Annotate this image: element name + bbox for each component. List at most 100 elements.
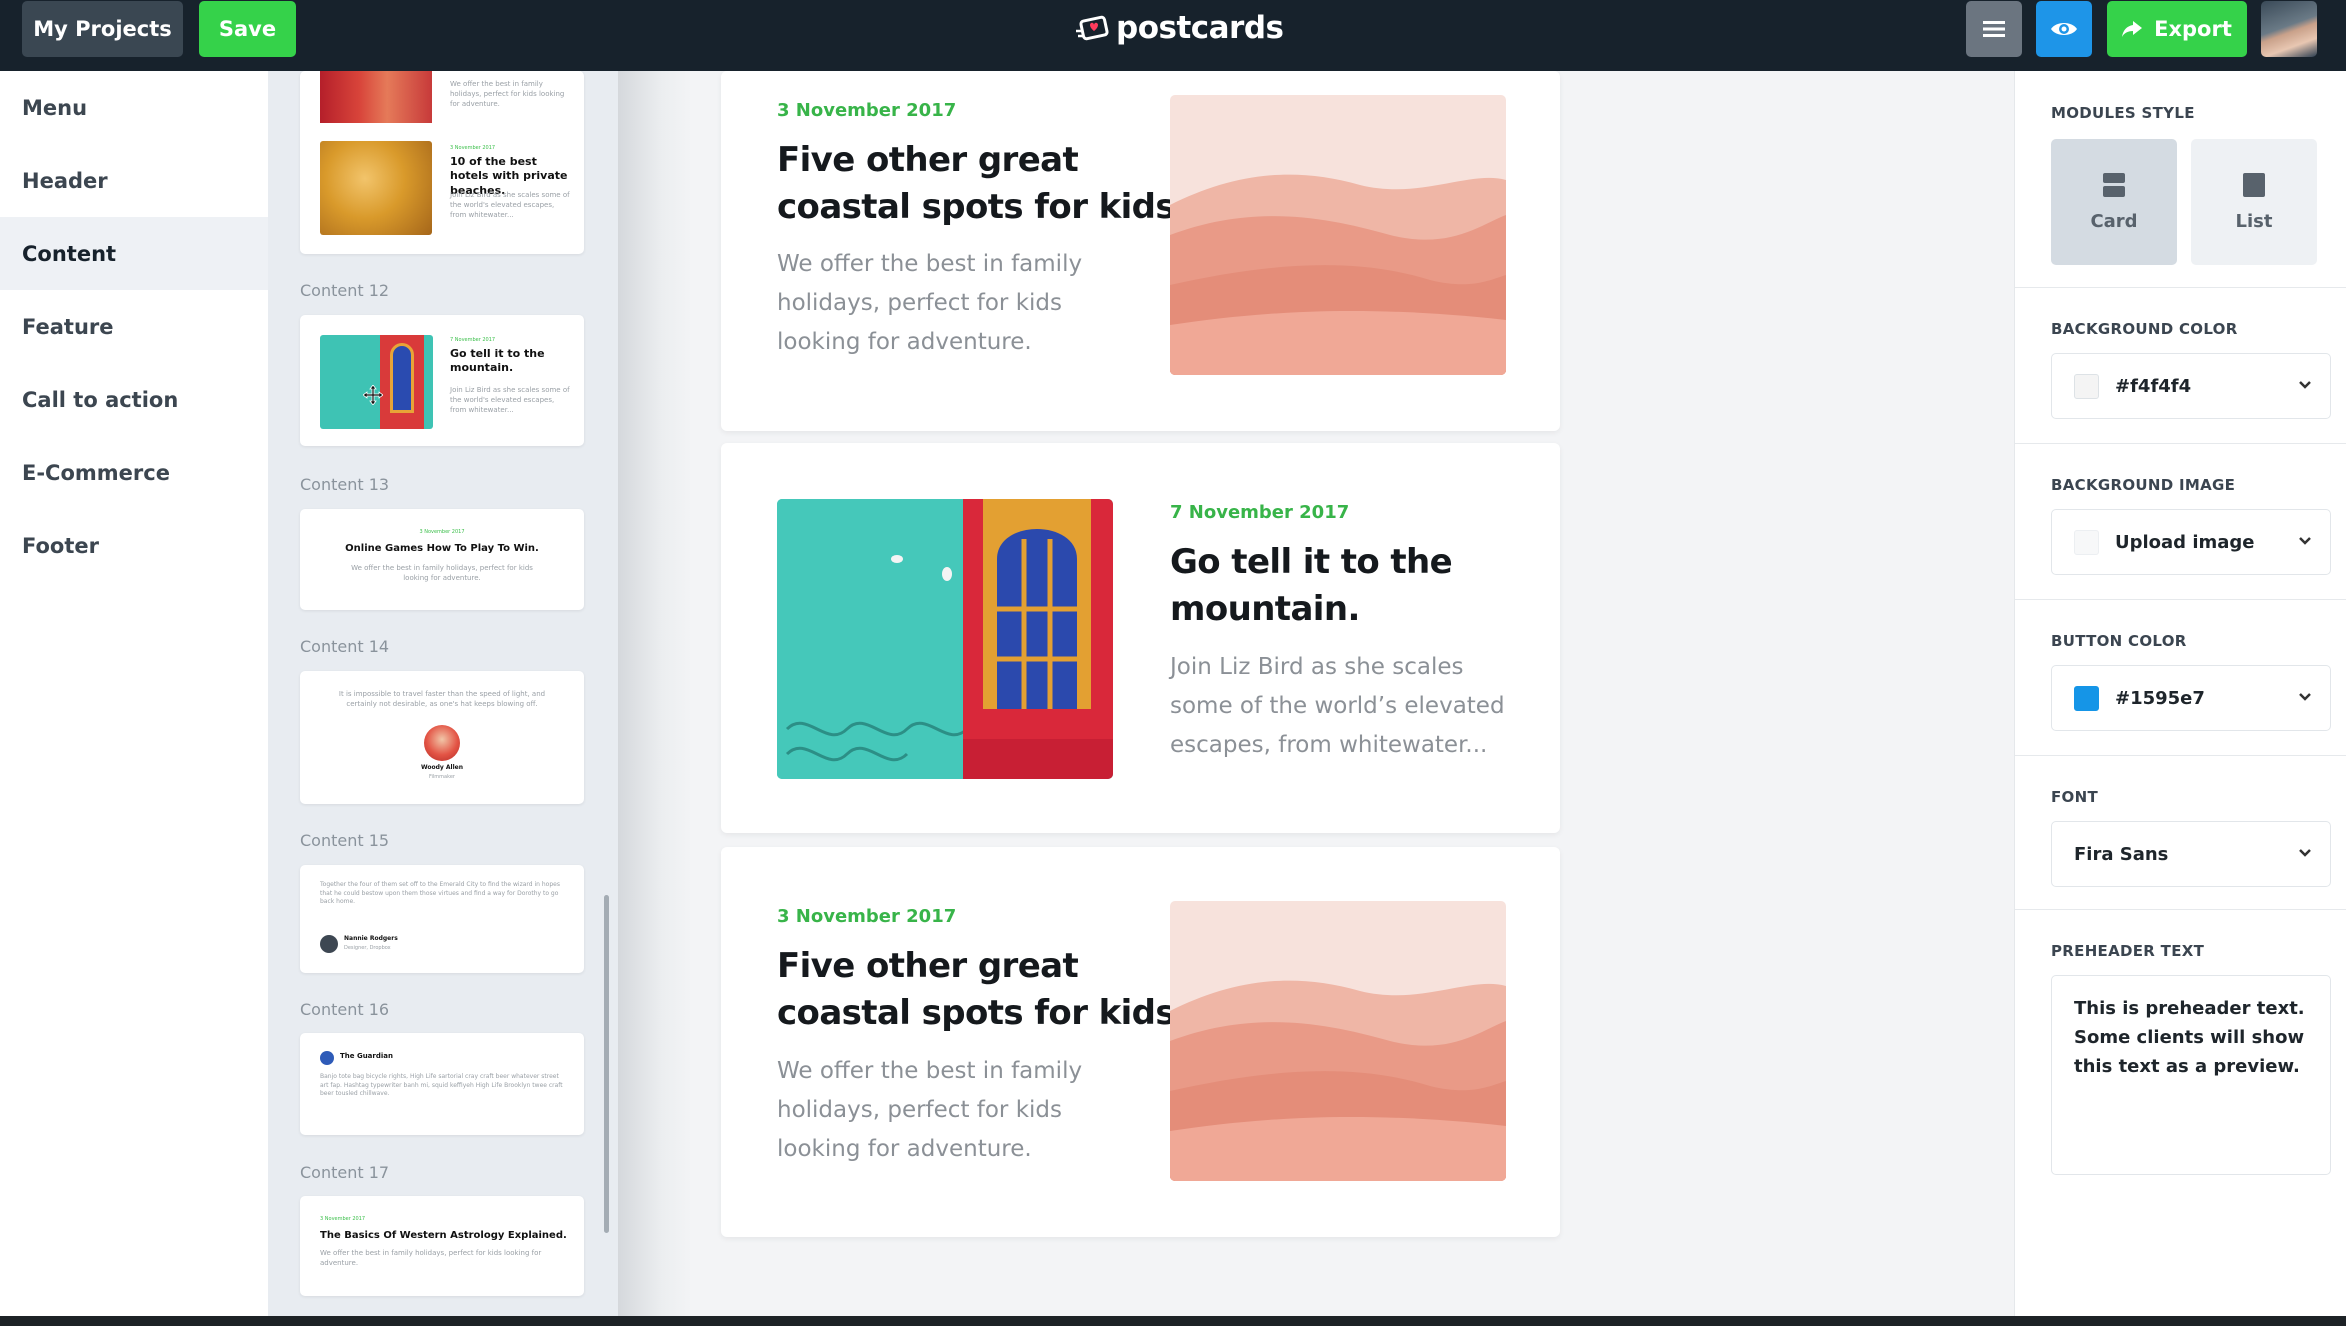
module-thumbnail-list: We offer the best in family holidays, pe… bbox=[268, 71, 618, 1321]
postcards-logo: postcards bbox=[1076, 8, 1284, 48]
content-module-card[interactable]: 7 November 2017 Go tell it to the mounta… bbox=[721, 443, 1560, 833]
image-placeholder-swatch bbox=[2074, 529, 2099, 555]
thumb-text: Banjo tote bag bicycle rights, High Life… bbox=[320, 1073, 563, 1098]
share-arrow-icon bbox=[2122, 21, 2143, 37]
preheader-text-input[interactable]: This is preheader text. Some clients wil… bbox=[2051, 975, 2331, 1175]
background-color-picker[interactable]: #f4f4f4 bbox=[2051, 353, 2331, 419]
divider bbox=[2015, 443, 2346, 444]
nav-item-footer[interactable]: Footer bbox=[0, 509, 268, 582]
thumb-text: We offer the best in family holidays, pe… bbox=[351, 564, 533, 583]
article-text-line: escapes, from whitewater... bbox=[1170, 732, 1488, 758]
thumb-title: The Basics Of Western Astrology Explaine… bbox=[320, 1230, 567, 1241]
thumb-image-red-building bbox=[320, 71, 432, 123]
thumb-label-content-13: Content 13 bbox=[300, 475, 390, 494]
export-button[interactable]: Export bbox=[2107, 1, 2247, 57]
postcards-logo-icon bbox=[1076, 15, 1109, 41]
thumb-role: Filmmaker bbox=[429, 774, 455, 780]
thumb-title: Go tell it to the mountain. bbox=[450, 347, 545, 375]
article-text-line: holidays, perfect for kids bbox=[777, 290, 1062, 316]
button-color-swatch bbox=[2074, 685, 2099, 711]
thumb-date: 7 November 2017 bbox=[450, 337, 496, 343]
guardian-logo-icon bbox=[320, 1051, 334, 1065]
thumb-label-content-15: Content 15 bbox=[300, 831, 390, 850]
thumb-card-content-17[interactable]: 3 November 2017 The Basics Of Western As… bbox=[300, 1196, 584, 1296]
preview-button[interactable] bbox=[2036, 1, 2092, 57]
thumb-text: Together the four of them set off to the… bbox=[320, 881, 560, 906]
thumb-image-turquoise-window bbox=[320, 335, 433, 429]
export-label: Export bbox=[2154, 17, 2232, 41]
background-image-upload[interactable]: Upload image bbox=[2051, 509, 2331, 575]
article-text-line: Join Liz Bird as she scales bbox=[1170, 654, 1464, 680]
font-title: FONT bbox=[2051, 788, 2098, 806]
logo-text: postcards bbox=[1116, 10, 1284, 46]
thumb-label-content-17: Content 17 bbox=[300, 1163, 390, 1182]
thumb-quote: It is impossible to travel faster than t… bbox=[338, 690, 546, 709]
upload-image-label: Upload image bbox=[2115, 531, 2255, 553]
chevron-down-icon bbox=[2299, 849, 2311, 857]
thumb-role: Designer, Dropbox bbox=[344, 945, 391, 951]
article-title-line: mountain. bbox=[1170, 589, 1360, 629]
article-title-line: coastal spots for kids. bbox=[777, 187, 1188, 227]
divider bbox=[2015, 755, 2346, 756]
divider bbox=[2015, 599, 2346, 600]
nav-item-feature[interactable]: Feature bbox=[0, 290, 268, 363]
article-title-line: Five other great bbox=[777, 946, 1079, 986]
article-date: 3 November 2017 bbox=[777, 906, 957, 927]
modules-style-list-option[interactable]: List bbox=[2191, 139, 2317, 265]
article-title-line: Five other great bbox=[777, 140, 1079, 180]
thumb-text: We offer the best in family holidays, pe… bbox=[450, 80, 565, 109]
thumb-card-content-11[interactable]: We offer the best in family holidays, pe… bbox=[300, 71, 584, 254]
canvas-shadow bbox=[618, 71, 692, 1321]
thumb-date: 3 November 2017 bbox=[320, 1216, 366, 1222]
font-select[interactable]: Fira Sans bbox=[2051, 821, 2331, 887]
user-avatar[interactable] bbox=[2261, 1, 2317, 57]
thumb-date: 3 November 2017 bbox=[419, 529, 465, 535]
thumb-avatar bbox=[424, 725, 460, 761]
thumb-source: The Guardian bbox=[340, 1052, 393, 1060]
article-date: 3 November 2017 bbox=[777, 100, 957, 121]
save-button[interactable]: Save bbox=[199, 1, 296, 57]
article-text-line: looking for adventure. bbox=[777, 329, 1032, 355]
thumb-title: Online Games How To Play To Win. bbox=[345, 543, 539, 554]
hamburger-menu-button[interactable] bbox=[1966, 1, 2022, 57]
button-color-value: #1595e7 bbox=[2115, 687, 2205, 709]
background-color-title: BACKGROUND COLOR bbox=[2051, 320, 2238, 338]
module-category-nav: Menu Header Content Feature Call to acti… bbox=[0, 71, 268, 1321]
nav-item-e-commerce[interactable]: E-Commerce bbox=[0, 436, 268, 509]
modules-style-title: MODULES STYLE bbox=[2051, 104, 2195, 122]
style-settings-panel: MODULES STYLE Card List BACKGROUND COLOR… bbox=[2014, 71, 2346, 1321]
top-bar: My Projects Save postcards Export bbox=[0, 0, 2346, 71]
hamburger-icon bbox=[1983, 21, 2005, 37]
content-module-card[interactable]: 3 November 2017 Five other great coastal… bbox=[721, 847, 1560, 1237]
nav-item-header[interactable]: Header bbox=[0, 144, 268, 217]
button-color-picker[interactable]: #1595e7 bbox=[2051, 665, 2331, 731]
thumb-name: Nannie Rodgers bbox=[344, 935, 398, 942]
chevron-down-icon bbox=[2299, 693, 2311, 701]
thumb-card-content-15[interactable]: Together the four of them set off to the… bbox=[300, 865, 584, 973]
nav-item-call-to-action[interactable]: Call to action bbox=[0, 363, 268, 436]
list-layout-icon bbox=[2243, 172, 2265, 197]
thumb-image-autumn-leaves bbox=[320, 141, 432, 235]
thumb-card-content-14[interactable]: It is impossible to travel faster than t… bbox=[300, 671, 584, 804]
thumb-card-content-16[interactable]: The Guardian Banjo tote bag bicycle righ… bbox=[300, 1033, 584, 1135]
article-text-line: We offer the best in family bbox=[777, 251, 1083, 277]
article-title-line: Go tell it to the bbox=[1170, 542, 1453, 582]
article-text-line: holidays, perfect for kids bbox=[777, 1097, 1062, 1123]
content-module-card[interactable]: 3 November 2017 Five other great coastal… bbox=[721, 71, 1560, 431]
thumb-text: Join Liz Bird as she scales some of the … bbox=[450, 191, 570, 220]
article-title-line: coastal spots for kids. bbox=[777, 993, 1188, 1033]
nav-item-menu[interactable]: Menu bbox=[0, 71, 268, 144]
divider bbox=[2015, 909, 2346, 910]
my-projects-button[interactable]: My Projects bbox=[22, 1, 183, 57]
article-text-line: looking for adventure. bbox=[777, 1136, 1032, 1162]
thumbnail-scrollbar[interactable] bbox=[604, 895, 609, 1233]
thumb-label-content-16: Content 16 bbox=[300, 1000, 390, 1019]
modules-style-card-option[interactable]: Card bbox=[2051, 139, 2177, 265]
thumb-card-content-13[interactable]: 3 November 2017 Online Games How To Play… bbox=[300, 509, 584, 610]
article-image-turquoise-window bbox=[777, 499, 1113, 779]
divider bbox=[2015, 287, 2346, 288]
nav-item-content[interactable]: Content bbox=[0, 217, 268, 290]
preheader-text-title: PREHEADER TEXT bbox=[2051, 942, 2205, 960]
list-option-label: List bbox=[2235, 210, 2273, 232]
thumb-card-content-12[interactable]: 7 November 2017 Go tell it to the mounta… bbox=[300, 315, 584, 446]
